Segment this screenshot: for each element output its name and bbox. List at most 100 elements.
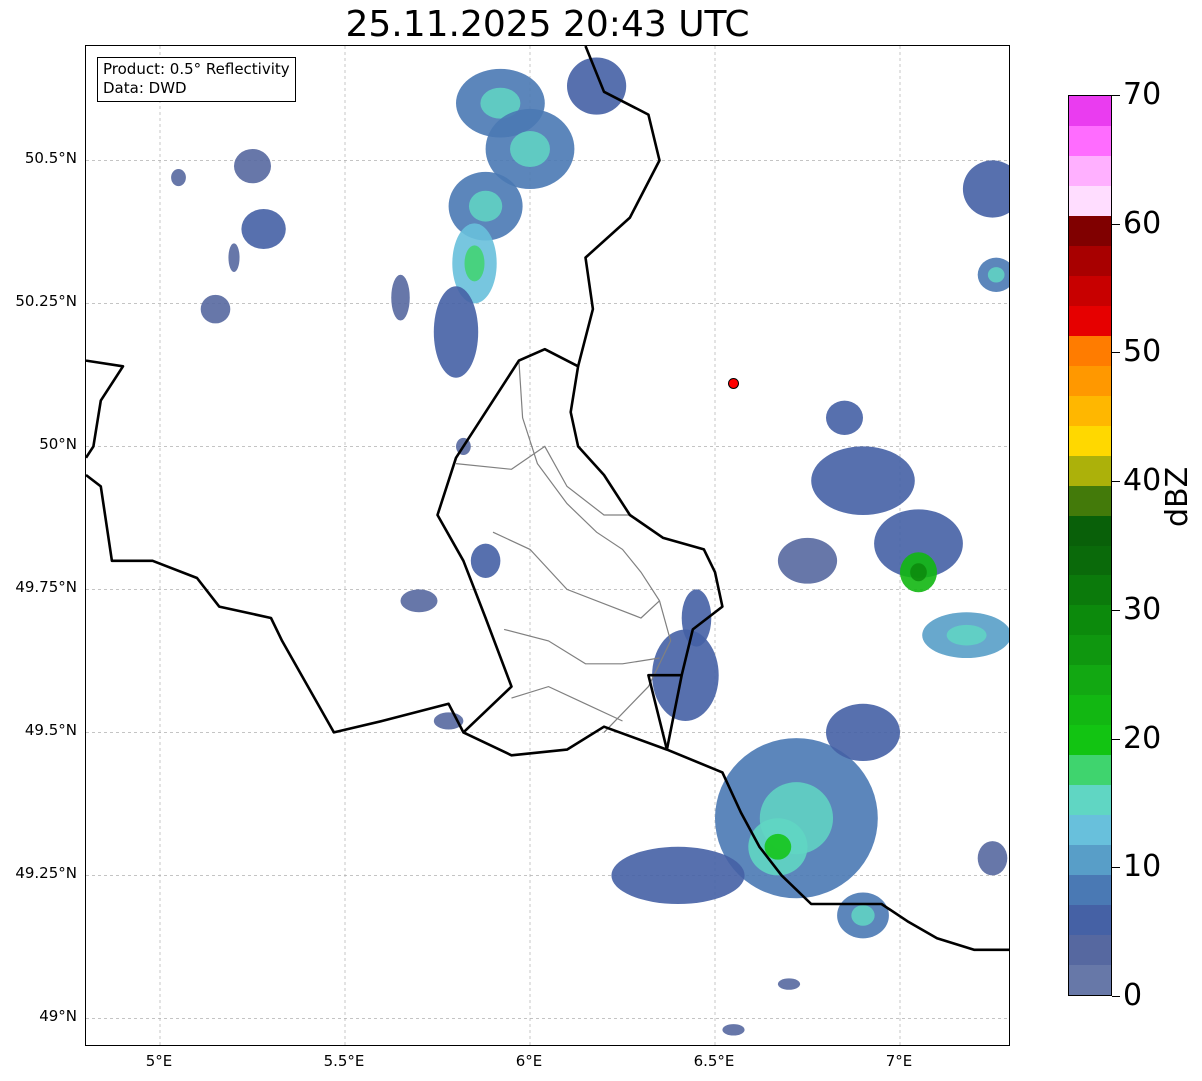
colorbar-tick	[1112, 481, 1120, 483]
radar-echo-core	[987, 267, 1005, 283]
lat-tick-label: 49.25°N	[15, 864, 77, 883]
colorbar-tick	[1112, 996, 1120, 997]
radar-echo	[962, 160, 1009, 218]
radar-echo	[433, 712, 464, 730]
colorbar-segment	[1069, 754, 1111, 786]
colorbar-segment	[1069, 155, 1111, 186]
lat-tick-label: 49.5°N	[24, 721, 77, 740]
colorbar-segment	[1069, 664, 1111, 696]
colorbar-segment	[1069, 484, 1111, 516]
colorbar-segment	[1069, 215, 1111, 246]
lat-tick-label: 50°N	[39, 435, 77, 454]
radar-echo	[777, 978, 801, 990]
radar-echo	[228, 243, 240, 272]
radar-site-marker	[728, 377, 739, 389]
colorbar-segment	[1069, 694, 1111, 726]
map-canvas	[86, 46, 1009, 1045]
colorbar-segment	[1069, 904, 1111, 936]
radar-echo-core	[468, 190, 503, 222]
colorbar-segment	[1069, 574, 1111, 606]
colorbar-segment	[1069, 874, 1111, 906]
colorbar-segment	[1069, 125, 1111, 156]
radar-echo	[433, 286, 479, 378]
radar-echo	[470, 543, 501, 578]
colorbar-segment	[1069, 455, 1111, 486]
region-border	[455, 445, 630, 516]
radar-echo-core	[510, 130, 550, 167]
radar-echo	[567, 57, 627, 115]
colorbar-tick-label: 20	[1123, 720, 1162, 756]
radar-echo	[611, 846, 745, 905]
colorbar-segment	[1069, 514, 1111, 546]
radar-echo	[977, 841, 1008, 876]
product-info-box: Product: 0.5° Reflectivity Data: DWD	[97, 57, 296, 102]
product-label: Product: 0.5° Reflectivity	[103, 60, 290, 78]
radar-echo	[826, 703, 900, 762]
data-source-label: Data: DWD	[103, 79, 187, 97]
radar-echo	[391, 274, 410, 321]
colorbar-segment	[1069, 425, 1111, 456]
radar-echo	[400, 589, 438, 613]
lon-tick-label: 7°E	[885, 1052, 913, 1070]
colorbar-segment	[1069, 245, 1111, 276]
region-border	[511, 685, 623, 722]
region-border	[503, 628, 660, 665]
colorbar-segment	[1069, 365, 1111, 396]
colorbar-segment	[1069, 844, 1111, 876]
radar-echo	[171, 168, 186, 187]
lat-tick-label: 50.25°N	[15, 292, 77, 311]
colorbar-unit-label: dBZ	[1160, 466, 1195, 527]
colorbar-tick-label: 60	[1123, 205, 1162, 241]
colorbar-tick	[1112, 867, 1120, 869]
colorbar-segment	[1069, 784, 1111, 816]
colorbar-tick-label: 10	[1123, 849, 1162, 885]
colorbar-segment	[1069, 634, 1111, 666]
colorbar-segment	[1069, 96, 1111, 126]
radar-echo	[777, 537, 838, 584]
colorbar-segment	[1069, 814, 1111, 846]
colorbar-segment	[1069, 335, 1111, 366]
map-title: 25.11.2025 20:43 UTC	[345, 4, 750, 45]
colorbar-segment	[1069, 185, 1111, 216]
radar-echo-core	[764, 833, 792, 860]
radar-echo	[200, 294, 231, 324]
colorbar-tick-label: 40	[1123, 463, 1162, 499]
colorbar-segment	[1069, 934, 1111, 966]
radar-echo-core	[910, 563, 927, 582]
colorbar-tick-label: 50	[1123, 334, 1162, 370]
radar-echo	[826, 400, 863, 435]
colorbar-tick	[1112, 223, 1120, 225]
colorbar-segment	[1069, 395, 1111, 426]
lon-tick-label: 6.5°E	[693, 1052, 735, 1070]
colorbar-tick	[1112, 352, 1120, 354]
colorbar-tick-label: 30	[1123, 591, 1162, 627]
radar-map[interactable]	[85, 45, 1010, 1046]
colorbar-tick-label: 70	[1123, 77, 1162, 112]
colorbar-segment	[1069, 305, 1111, 336]
lon-tick-label: 5°E	[145, 1052, 173, 1070]
colorbar-tick	[1112, 609, 1120, 611]
radar-echo	[811, 446, 915, 516]
radar-echo	[241, 209, 286, 250]
country-border	[86, 359, 125, 459]
lat-tick-label: 49°N	[39, 1007, 77, 1026]
colorbar-segment	[1069, 275, 1111, 306]
radar-echo	[234, 148, 271, 184]
colorbar-tick	[1112, 95, 1120, 96]
colorbar-segment	[1069, 544, 1111, 576]
lat-tick-label: 49.75°N	[15, 578, 77, 597]
radar-echo-core	[946, 624, 987, 646]
lat-tick-label: 50.5°N	[24, 149, 77, 168]
colorbar-segment	[1069, 724, 1111, 756]
radar-echo-core	[851, 905, 875, 926]
radar-echo-core	[464, 245, 485, 282]
colorbar-segment	[1069, 604, 1111, 636]
dbz-colorbar	[1068, 95, 1112, 996]
radar-echo	[722, 1024, 745, 1036]
colorbar-tick	[1112, 738, 1120, 740]
lon-tick-label: 6°E	[515, 1052, 543, 1070]
colorbar-tick-label: 0	[1123, 978, 1143, 1013]
lon-tick-label: 5.5°E	[323, 1052, 365, 1070]
colorbar-segment	[1069, 964, 1111, 995]
region-border	[492, 531, 660, 619]
